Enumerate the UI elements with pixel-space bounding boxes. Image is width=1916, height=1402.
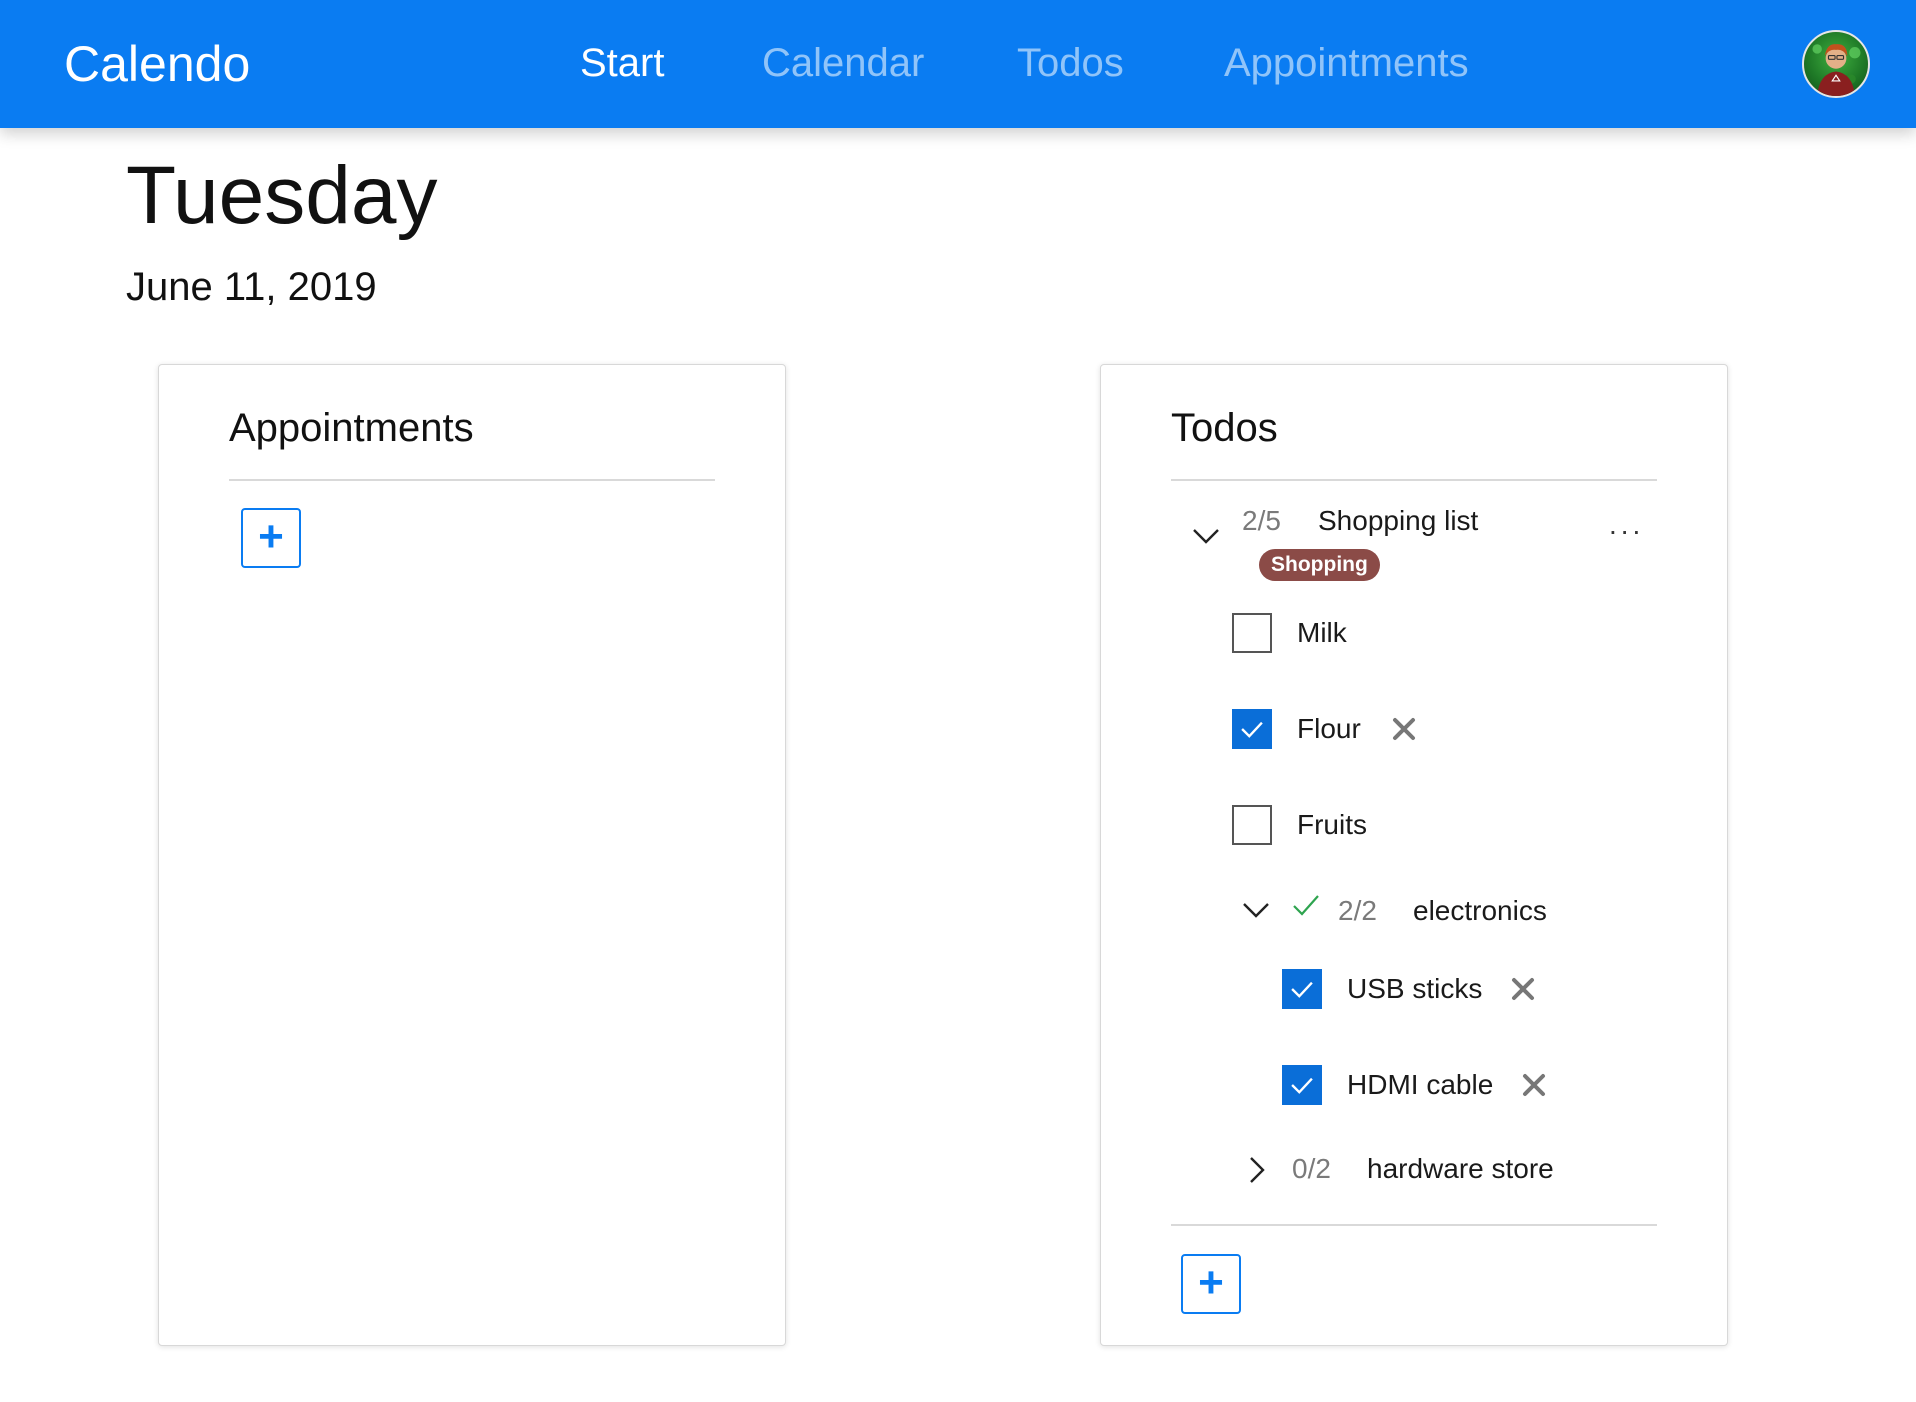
todos-bottom-divider: [1171, 1224, 1657, 1226]
list-menu-button[interactable]: ...: [1609, 511, 1644, 539]
nav-link-calendar[interactable]: Calendar: [762, 38, 924, 88]
appointments-divider: [229, 479, 715, 481]
top-navbar: Calendo Start Calendar Todos Appointment…: [0, 0, 1916, 128]
check-icon: [1291, 981, 1313, 998]
delete-icon[interactable]: [1510, 976, 1536, 1002]
chevron-down-icon[interactable]: [1191, 521, 1221, 551]
todo-label-milk: Milk: [1297, 617, 1347, 648]
nav-link-todos[interactable]: Todos: [1017, 38, 1124, 88]
appointments-card-title: Appointments: [229, 406, 474, 450]
todos-card: Todos 2/5 Shopping list ... Shopping Mil…: [1100, 364, 1728, 1346]
todo-checkbox-milk[interactable]: [1232, 613, 1272, 653]
appointments-card: Appointments +: [158, 364, 786, 1346]
todo-label-fruits: Fruits: [1297, 809, 1367, 840]
nav-link-appointments[interactable]: Appointments: [1224, 38, 1469, 88]
delete-icon[interactable]: [1521, 1072, 1547, 1098]
todo-label-flour: Flour: [1297, 713, 1361, 744]
list-name[interactable]: Shopping list: [1318, 503, 1478, 539]
page-day-title: Tuesday: [126, 150, 438, 241]
sublist-progress-count: 0/2: [1292, 1153, 1331, 1184]
sublist-name-electronics[interactable]: electronics: [1413, 893, 1547, 929]
app-brand[interactable]: Calendo: [64, 34, 250, 94]
check-icon: [1241, 721, 1263, 738]
todo-label-hdmi-cable: HDMI cable: [1347, 1069, 1494, 1100]
user-avatar[interactable]: [1802, 30, 1870, 98]
chevron-right-icon[interactable]: [1241, 1155, 1271, 1185]
delete-icon[interactable]: [1391, 716, 1417, 742]
sublist-name-hardware-store[interactable]: hardware store: [1367, 1151, 1554, 1187]
nav-link-start[interactable]: Start: [580, 38, 664, 88]
todos-card-title: Todos: [1171, 406, 1278, 450]
todo-checkbox-usb-sticks[interactable]: [1282, 969, 1322, 1009]
chevron-down-icon[interactable]: [1241, 895, 1271, 925]
add-appointment-button[interactable]: +: [241, 508, 301, 568]
page-date: June 11, 2019: [126, 265, 377, 309]
todo-label-usb-sticks: USB sticks: [1347, 973, 1483, 1004]
todo-checkbox-flour[interactable]: [1232, 709, 1272, 749]
check-icon: [1291, 1077, 1313, 1094]
shopping-tag: Shopping: [1259, 549, 1380, 581]
todos-top-divider: [1171, 479, 1657, 481]
add-todo-button[interactable]: +: [1181, 1254, 1241, 1314]
complete-check-icon: [1291, 891, 1321, 921]
todo-checkbox-hdmi-cable[interactable]: [1282, 1065, 1322, 1105]
avatar-icon: [1812, 44, 1861, 96]
list-progress-count: 2/5: [1242, 505, 1281, 536]
todo-checkbox-fruits[interactable]: [1232, 805, 1272, 845]
sublist-progress-count: 2/2: [1338, 895, 1377, 926]
